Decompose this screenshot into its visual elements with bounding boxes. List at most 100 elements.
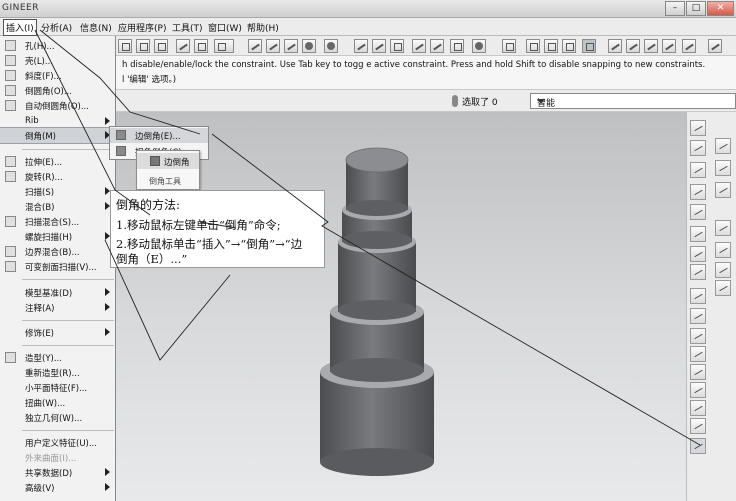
blend-tool-icon[interactable] — [715, 182, 731, 198]
model-tree-icon[interactable] — [194, 39, 208, 53]
menu-item-udf[interactable]: 用户定义特征(U)... — [0, 435, 115, 450]
point-tool-icon[interactable] — [690, 204, 706, 220]
menu-item-round[interactable]: 倒圆角(O)... — [0, 83, 115, 98]
boundary-blend-icon — [5, 246, 16, 257]
menu-item-blend[interactable]: 混合(B) — [0, 199, 115, 214]
copy-tool-icon[interactable] — [690, 382, 706, 398]
rib-tool-icon[interactable] — [690, 120, 706, 136]
datum-plane-tool-icon[interactable] — [715, 138, 731, 154]
menu-item-shared-data[interactable]: 共享数据(D) — [0, 465, 115, 480]
copy-icon[interactable] — [118, 39, 132, 53]
menu-item-shell[interactable]: 壳(L)... — [0, 53, 115, 68]
paste-icon[interactable] — [136, 39, 150, 53]
chamfer-tool-icon[interactable] — [690, 438, 706, 454]
menu-item-rib[interactable]: Rib — [0, 114, 115, 129]
menu-item-annotation[interactable]: 注释(A) — [0, 300, 115, 315]
regenerate-icon[interactable] — [176, 39, 190, 53]
menu-help[interactable]: 帮助(H) — [247, 21, 279, 34]
refit-icon[interactable] — [390, 39, 404, 53]
pattern-tool-icon[interactable] — [690, 364, 706, 380]
offset-tool-icon[interactable] — [690, 400, 706, 416]
edge-chamfer-icon — [116, 130, 126, 140]
submenu-item-edge-chamfer[interactable]: 边倒角(E)... — [110, 128, 208, 143]
spin-center-icon[interactable] — [284, 39, 298, 53]
submenu-arrow-icon — [105, 483, 110, 491]
reorient-icon[interactable] — [412, 39, 426, 53]
sketch-tool-icon[interactable] — [690, 264, 706, 280]
display-style-icon[interactable] — [472, 39, 486, 53]
selection-filter-select[interactable]: 智能 — [530, 93, 736, 109]
menu-applications[interactable]: 应用程序(P) — [118, 21, 166, 34]
menu-item-independent-geometry[interactable]: 独立几何(W)... — [0, 410, 115, 425]
menu-item-cosmetic[interactable]: 修饰(E) — [0, 325, 115, 340]
menu-item-foreign-surface[interactable]: 外来曲面(I)... — [0, 450, 115, 465]
menu-item-helical-sweep[interactable]: 螺旋扫描(H) — [0, 229, 115, 244]
menu-item-boundary-blend[interactable]: 边界混合(B)... — [0, 244, 115, 259]
tooltip-header: 边倒角 — [137, 153, 199, 169]
datum-axis-tool-icon[interactable] — [690, 288, 706, 304]
sweep-tool-icon[interactable] — [690, 162, 706, 178]
graphics-viewport[interactable] — [116, 112, 686, 501]
menu-insert[interactable]: 插入(I) — [3, 19, 37, 36]
menu-item-restyle[interactable]: 重新造型(R)... — [0, 365, 115, 380]
menu-item-extrude[interactable]: 拉伸(E)... — [0, 154, 115, 169]
menu-tools[interactable]: 工具(T) — [172, 21, 203, 34]
close-button[interactable]: ✕ — [707, 1, 734, 16]
menu-window[interactable]: 窗口(W) — [208, 21, 242, 34]
menu-item-warp[interactable]: 扭曲(W)... — [0, 395, 115, 410]
menu-item-hole[interactable]: 孔(H)... — [0, 38, 115, 53]
zoom-in-icon[interactable] — [354, 39, 368, 53]
minimize-button[interactable]: – — [665, 1, 685, 16]
trim-tool-icon[interactable] — [690, 346, 706, 362]
paste-special-icon[interactable] — [154, 39, 168, 53]
csys-icon[interactable] — [266, 39, 280, 53]
round-tool-icon[interactable] — [715, 280, 731, 296]
wireframe-icon[interactable] — [526, 39, 540, 53]
hole-tool-icon[interactable] — [715, 220, 731, 236]
menu-item-revolve[interactable]: 旋转(R)... — [0, 169, 115, 184]
menu-item-label: 高级(V) — [25, 484, 55, 494]
shaded-icon[interactable] — [582, 39, 596, 53]
context-help-icon[interactable] — [708, 39, 722, 53]
csys-tool-icon[interactable] — [690, 226, 706, 242]
datum-csys-icon[interactable] — [662, 39, 676, 53]
datum-display-icon[interactable] — [502, 39, 516, 53]
datum-planes-icon[interactable] — [608, 39, 622, 53]
layers-icon[interactable] — [450, 39, 464, 53]
menu-info[interactable]: 信息(N) — [80, 21, 112, 34]
menu-item-draft[interactable]: 斜度(F)... — [0, 68, 115, 83]
draft-tool-icon[interactable] — [715, 262, 731, 278]
extrude-tool-icon[interactable] — [690, 140, 706, 156]
menu-item-sweep[interactable]: 扫描(S) — [0, 184, 115, 199]
hidden-line-icon[interactable] — [544, 39, 558, 53]
annotation-display-icon[interactable] — [682, 39, 696, 53]
select-box-icon[interactable] — [214, 39, 234, 53]
shell-tool-icon[interactable] — [715, 242, 731, 258]
maximize-button[interactable]: □ — [686, 1, 706, 16]
menu-item-style[interactable]: 造型(Y)... — [0, 350, 115, 365]
shading-icon[interactable] — [324, 39, 338, 53]
menu-item-var-sec-sweep[interactable]: 可变剖面扫描(V)... — [0, 259, 115, 274]
thicken-tool-icon[interactable] — [690, 418, 706, 434]
menu-analysis[interactable]: 分析(A) — [41, 21, 72, 34]
revolve-icon — [5, 171, 16, 182]
zoom-out-icon[interactable] — [372, 39, 386, 53]
menu-item-swept-blend[interactable]: 扫描混合(S)... — [0, 214, 115, 229]
menu-item-advanced[interactable]: 高级(V) — [0, 480, 115, 495]
menu-item-auto-round[interactable]: 自动倒圆角(O)... — [0, 98, 115, 113]
analysis-tool-icon[interactable] — [690, 246, 706, 262]
menu-item-model-datum[interactable]: 模型基准(D) — [0, 285, 115, 300]
appearance-icon[interactable] — [302, 39, 316, 53]
sketch-icon[interactable] — [248, 39, 262, 53]
menu-item-chamfer[interactable]: 倒角(M) — [0, 127, 116, 144]
round-icon — [5, 85, 16, 96]
datum-axes-icon[interactable] — [626, 39, 640, 53]
saved-views-icon[interactable] — [430, 39, 444, 53]
revolve-tool-icon[interactable] — [715, 160, 731, 176]
merge-tool-icon[interactable] — [690, 328, 706, 344]
no-hidden-icon[interactable] — [562, 39, 576, 53]
curve-tool-icon[interactable] — [690, 184, 706, 200]
mirror-tool-icon[interactable] — [690, 308, 706, 324]
datum-points-icon[interactable] — [644, 39, 658, 53]
menu-item-facet-feature[interactable]: 小平面特征(F)... — [0, 380, 115, 395]
